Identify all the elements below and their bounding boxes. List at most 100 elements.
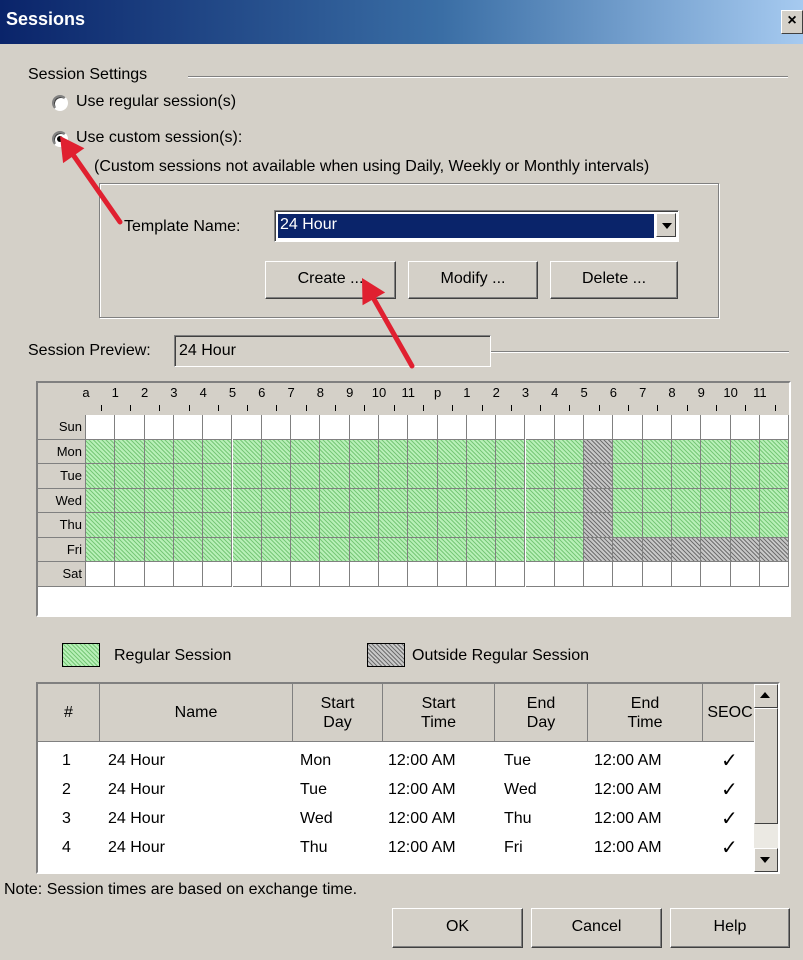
session-cell[interactable] — [730, 537, 760, 562]
session-cell[interactable] — [759, 513, 790, 538]
session-cell[interactable] — [584, 415, 614, 440]
session-cell[interactable] — [672, 537, 702, 562]
session-cell[interactable] — [584, 488, 614, 513]
session-cell[interactable] — [173, 488, 204, 513]
session-cell[interactable] — [408, 537, 438, 562]
session-cell[interactable] — [466, 439, 497, 464]
session-cell[interactable] — [496, 562, 526, 587]
session-cell[interactable] — [642, 488, 672, 513]
session-cell[interactable] — [115, 439, 145, 464]
session-cell[interactable] — [701, 488, 731, 513]
session-cell[interactable] — [613, 415, 643, 440]
session-cell[interactable] — [437, 562, 467, 587]
session-cell[interactable] — [261, 415, 292, 440]
session-cell[interactable] — [115, 464, 145, 489]
session-cell[interactable] — [115, 415, 145, 440]
template-name-select[interactable]: 24 Hour — [274, 210, 679, 242]
session-cell[interactable] — [584, 439, 614, 464]
session-cell[interactable] — [261, 513, 292, 538]
session-cell[interactable] — [173, 439, 204, 464]
session-cell[interactable] — [584, 464, 614, 489]
session-cell[interactable] — [525, 464, 555, 489]
session-cell[interactable] — [379, 439, 409, 464]
session-cell[interactable] — [261, 562, 292, 587]
template-dropdown-button[interactable] — [656, 213, 676, 237]
session-cell[interactable] — [408, 562, 438, 587]
help-button[interactable]: Help — [670, 908, 790, 948]
session-cell[interactable] — [525, 562, 555, 587]
session-cell[interactable] — [291, 415, 321, 440]
session-cell[interactable] — [349, 488, 379, 513]
session-cell[interactable] — [86, 562, 116, 587]
session-cell[interactable] — [584, 537, 614, 562]
session-cell[interactable] — [320, 415, 350, 440]
session-cell[interactable] — [379, 464, 409, 489]
session-cell[interactable] — [701, 513, 731, 538]
session-cell[interactable] — [320, 464, 350, 489]
table-scrollbar[interactable] — [754, 684, 778, 872]
session-cell[interactable] — [291, 464, 321, 489]
session-cell[interactable] — [466, 537, 497, 562]
scroll-up-button[interactable] — [754, 684, 778, 708]
session-cell[interactable] — [86, 439, 116, 464]
session-cell[interactable] — [584, 562, 614, 587]
session-cell[interactable] — [466, 415, 497, 440]
session-cell[interactable] — [349, 439, 379, 464]
session-cell[interactable] — [408, 513, 438, 538]
cancel-button[interactable]: Cancel — [531, 908, 662, 948]
session-cell[interactable] — [320, 488, 350, 513]
session-cell[interactable] — [203, 562, 233, 587]
session-cell[interactable] — [525, 439, 555, 464]
session-cell[interactable] — [232, 488, 262, 513]
session-cell[interactable] — [613, 562, 643, 587]
session-cell[interactable] — [496, 439, 526, 464]
session-cell[interactable] — [642, 415, 672, 440]
session-cell[interactable] — [232, 464, 262, 489]
col-start-day-header[interactable]: Start Day — [293, 684, 383, 742]
session-cell[interactable] — [261, 439, 292, 464]
session-cell[interactable] — [408, 464, 438, 489]
session-cell[interactable] — [86, 464, 116, 489]
session-cell[interactable] — [232, 439, 262, 464]
use-regular-radio[interactable] — [52, 95, 68, 111]
session-cell[interactable] — [261, 537, 292, 562]
session-cell[interactable] — [730, 415, 760, 440]
session-cell[interactable] — [349, 464, 379, 489]
session-cell[interactable] — [173, 464, 204, 489]
session-cell[interactable] — [730, 439, 760, 464]
session-cell[interactable] — [203, 513, 233, 538]
session-cell[interactable] — [173, 537, 204, 562]
session-cell[interactable] — [379, 537, 409, 562]
close-button[interactable]: × — [781, 10, 803, 34]
session-cell[interactable] — [701, 562, 731, 587]
session-cell[interactable] — [379, 415, 409, 440]
session-cell[interactable] — [144, 488, 174, 513]
session-cell[interactable] — [291, 562, 321, 587]
session-cell[interactable] — [437, 537, 467, 562]
session-cell[interactable] — [759, 488, 790, 513]
session-cell[interactable] — [554, 488, 585, 513]
use-custom-radio[interactable] — [52, 131, 68, 147]
session-cell[interactable] — [437, 415, 467, 440]
scroll-down-button[interactable] — [754, 848, 778, 872]
session-cell[interactable] — [203, 488, 233, 513]
session-cell[interactable] — [320, 439, 350, 464]
session-cell[interactable] — [261, 464, 292, 489]
session-cell[interactable] — [466, 513, 497, 538]
create-button[interactable]: Create ... — [265, 261, 396, 299]
col-start-time-header[interactable]: Start Time — [383, 684, 495, 742]
session-cell[interactable] — [232, 415, 262, 440]
session-cell[interactable] — [554, 513, 585, 538]
session-cell[interactable] — [730, 513, 760, 538]
session-cell[interactable] — [554, 439, 585, 464]
session-cell[interactable] — [144, 464, 174, 489]
session-cell[interactable] — [759, 562, 790, 587]
session-cell[interactable] — [437, 513, 467, 538]
session-cell[interactable] — [642, 464, 672, 489]
sessions-table[interactable]: # Name Start Day Start Time End Day End Time S… — [36, 682, 780, 874]
session-cell[interactable] — [554, 562, 585, 587]
session-preview-grid[interactable]: a 1 2 3 4 5 6 7 8 9 10 11 p 1 2 3 4 5 6 7 8 9 10 11 Sun Mon Tue We… — [36, 381, 791, 617]
session-cell[interactable] — [115, 562, 145, 587]
session-cell[interactable] — [554, 415, 585, 440]
session-cell[interactable] — [730, 488, 760, 513]
